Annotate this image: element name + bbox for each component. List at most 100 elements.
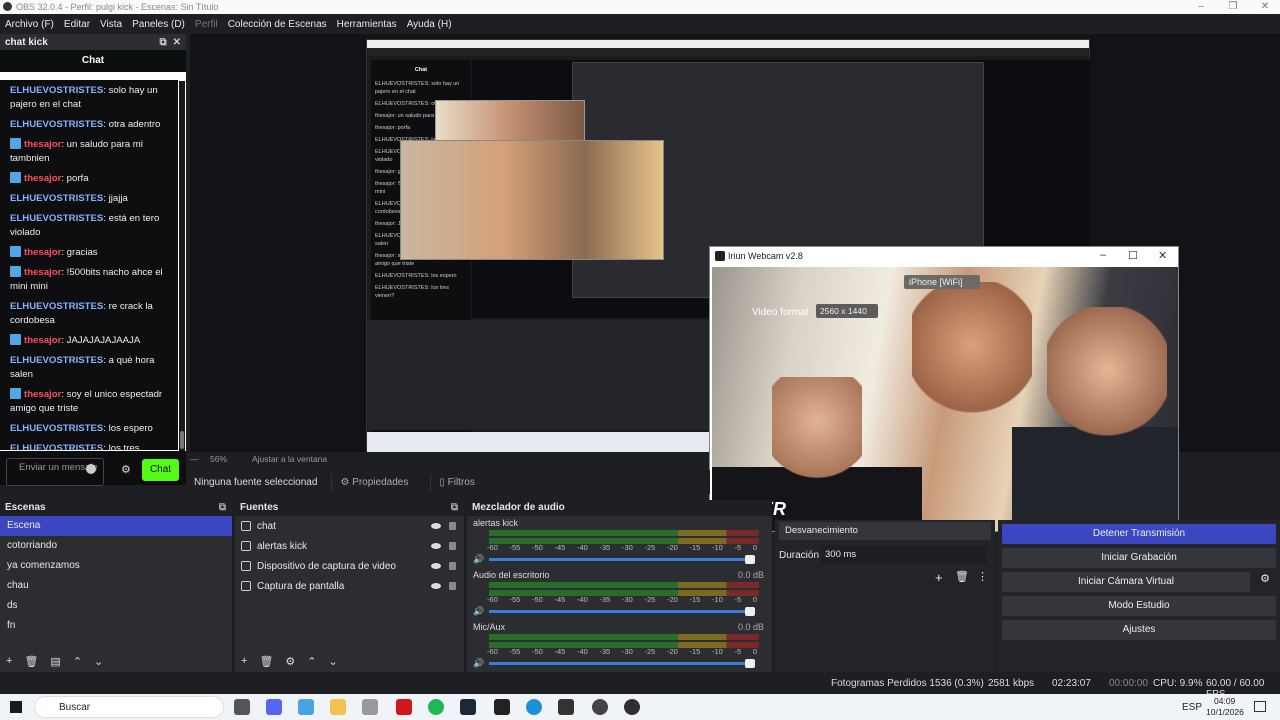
- zoom-mode[interactable]: Ajustar a la ventana: [252, 454, 327, 464]
- menu-ayuda[interactable]: Ayuda (H): [402, 19, 457, 30]
- maximize-button[interactable]: ❐: [1218, 0, 1248, 14]
- gear-icon[interactable]: ⚙: [121, 463, 131, 476]
- speaker-icon[interactable]: 🔊: [473, 554, 484, 565]
- add-source-icon[interactable]: +: [241, 655, 247, 667]
- filter-scene-icon[interactable]: ▤: [50, 655, 60, 668]
- epic-games-icon[interactable]: [494, 699, 510, 715]
- language-indicator[interactable]: ESP: [1182, 702, 1202, 713]
- add-scene-icon[interactable]: +: [6, 655, 12, 667]
- volume-slider[interactable]: [489, 659, 755, 668]
- duration-input[interactable]: 300 ms: [821, 546, 987, 564]
- virtual-cam-settings-icon[interactable]: ⚙: [1260, 572, 1270, 585]
- chat-scrollbar[interactable]: [179, 81, 185, 451]
- more-options-icon[interactable]: ⋮: [977, 570, 988, 583]
- scene-item[interactable]: ya comenzamos: [0, 556, 232, 576]
- clock-date[interactable]: 10/1/2026: [1206, 707, 1244, 717]
- webcam-minimize-button[interactable]: –: [1100, 249, 1106, 261]
- undock-icon[interactable]: ⧉: [451, 500, 458, 516]
- clock-time[interactable]: 04:09: [1214, 696, 1235, 706]
- visibility-eye-icon[interactable]: [431, 543, 441, 549]
- chat-username[interactable]: ELHUEVOSTRISTES: [10, 213, 103, 224]
- transition-select[interactable]: Desvanecimiento: [779, 522, 991, 540]
- move-up-icon[interactable]: ⌃: [307, 655, 316, 668]
- webcam-close-button[interactable]: ✕: [1158, 249, 1167, 262]
- source-item[interactable]: Captura de pantalla: [235, 576, 464, 596]
- windows-start-icon[interactable]: [10, 701, 22, 713]
- chat-username[interactable]: thesajor: [24, 389, 61, 400]
- menu-coleccion[interactable]: Colección de Escenas: [223, 19, 332, 30]
- move-down-icon[interactable]: ⌄: [329, 655, 338, 668]
- emoji-icon[interactable]: [86, 464, 96, 474]
- properties-button[interactable]: ⚙ Propiedades: [331, 473, 416, 491]
- discord-icon[interactable]: [266, 699, 282, 715]
- speaker-icon[interactable]: 🔊: [473, 658, 484, 669]
- lock-icon[interactable]: [449, 542, 456, 550]
- notification-icon[interactable]: [1254, 701, 1266, 712]
- source-item[interactable]: alertas kick: [235, 536, 464, 556]
- menu-vista[interactable]: Vista: [95, 19, 127, 30]
- scene-item[interactable]: Escena: [0, 516, 232, 536]
- scene-item[interactable]: fn: [0, 616, 232, 636]
- volume-slider[interactable]: [489, 607, 755, 616]
- chat-username[interactable]: ELHUEVOSTRISTES: [10, 301, 103, 312]
- remove-transition-icon[interactable]: 🗑: [955, 570, 969, 583]
- device-select[interactable]: iPhone [WiFi]: [904, 275, 980, 289]
- chat-username[interactable]: ELHUEVOSTRISTES: [10, 85, 103, 96]
- iriun-webcam-window[interactable]: Iriun Webcam v2.8 – ☐ ✕ FR iPhone [WiFi]…: [709, 246, 1179, 532]
- menu-archivo[interactable]: Archivo (F): [0, 19, 59, 30]
- obs-active-icon[interactable]: [624, 699, 640, 715]
- move-up-icon[interactable]: ⌃: [73, 655, 82, 668]
- undock-icon[interactable]: ⧉: [159, 37, 166, 48]
- scene-item[interactable]: ds: [0, 596, 232, 616]
- source-item[interactable]: Dispositivo de captura de video: [235, 556, 464, 576]
- move-down-icon[interactable]: ⌄: [94, 655, 103, 668]
- file-explorer-icon[interactable]: [330, 699, 346, 715]
- volume-slider[interactable]: [489, 555, 755, 564]
- visibility-eye-icon[interactable]: [431, 563, 441, 569]
- chat-username[interactable]: thesajor: [24, 247, 61, 258]
- start-recording-button[interactable]: Iniciar Grabación: [1002, 548, 1276, 568]
- spotify-icon[interactable]: [428, 699, 444, 715]
- menu-herramientas[interactable]: Herramientas: [332, 19, 402, 30]
- lock-icon[interactable]: [449, 522, 456, 530]
- chat-message-list[interactable]: ELHUEVOSTRISTES: solo hay un pajero en e…: [0, 80, 178, 450]
- lock-icon[interactable]: [449, 582, 456, 590]
- visibility-eye-icon[interactable]: [431, 523, 441, 529]
- chat-username[interactable]: thesajor: [24, 139, 61, 150]
- source-settings-icon[interactable]: ⚙: [285, 655, 295, 668]
- zoom-level[interactable]: 56%: [210, 454, 227, 464]
- zoom-minus[interactable]: —: [190, 454, 199, 464]
- studio-mode-button[interactable]: Modo Estudio: [1002, 596, 1276, 616]
- minimize-button[interactable]: –: [1186, 0, 1216, 14]
- chat-username[interactable]: ELHUEVOSTRISTES: [10, 355, 103, 366]
- opera-gx-icon[interactable]: [396, 699, 412, 715]
- menu-perfil[interactable]: Perfil: [190, 19, 223, 30]
- stop-stream-button[interactable]: Detener Transmisión: [1002, 524, 1276, 544]
- video-format-select[interactable]: 2560 x 1440: [816, 304, 878, 318]
- chat-username[interactable]: ELHUEVOSTRISTES: [10, 443, 103, 450]
- chat-username[interactable]: thesajor: [24, 173, 61, 184]
- speaker-icon[interactable]: 🔊: [473, 606, 484, 617]
- steam-icon[interactable]: [460, 699, 476, 715]
- menu-editar[interactable]: Editar: [59, 19, 95, 30]
- scene-item[interactable]: chau: [0, 576, 232, 596]
- taskbar-search[interactable]: Buscar: [34, 696, 224, 718]
- chat-scroll-thumb[interactable]: [180, 431, 184, 449]
- lock-icon[interactable]: [449, 562, 456, 570]
- chat-send-button[interactable]: Chat: [142, 459, 179, 481]
- start-virtual-cam-button[interactable]: Iniciar Cámara Virtual: [1002, 572, 1250, 592]
- chat-username[interactable]: thesajor: [24, 335, 61, 346]
- menu-paneles[interactable]: Paneles (D): [127, 19, 190, 30]
- app-icon[interactable]: [362, 699, 378, 715]
- task-view-icon[interactable]: [234, 699, 250, 715]
- remove-scene-icon[interactable]: 🗑: [24, 655, 38, 668]
- chat-username[interactable]: ELHUEVOSTRISTES: [10, 423, 103, 434]
- source-item[interactable]: chat: [235, 516, 464, 536]
- visibility-eye-icon[interactable]: [431, 583, 441, 589]
- obs-taskbar-icon[interactable]: [592, 699, 608, 715]
- scene-item[interactable]: cotorriando: [0, 536, 232, 556]
- webcam-maximize-button[interactable]: ☐: [1128, 249, 1138, 262]
- remove-source-icon[interactable]: 🗑: [259, 655, 273, 668]
- add-transition-icon[interactable]: +: [935, 570, 943, 585]
- close-button[interactable]: ✕: [1250, 0, 1280, 14]
